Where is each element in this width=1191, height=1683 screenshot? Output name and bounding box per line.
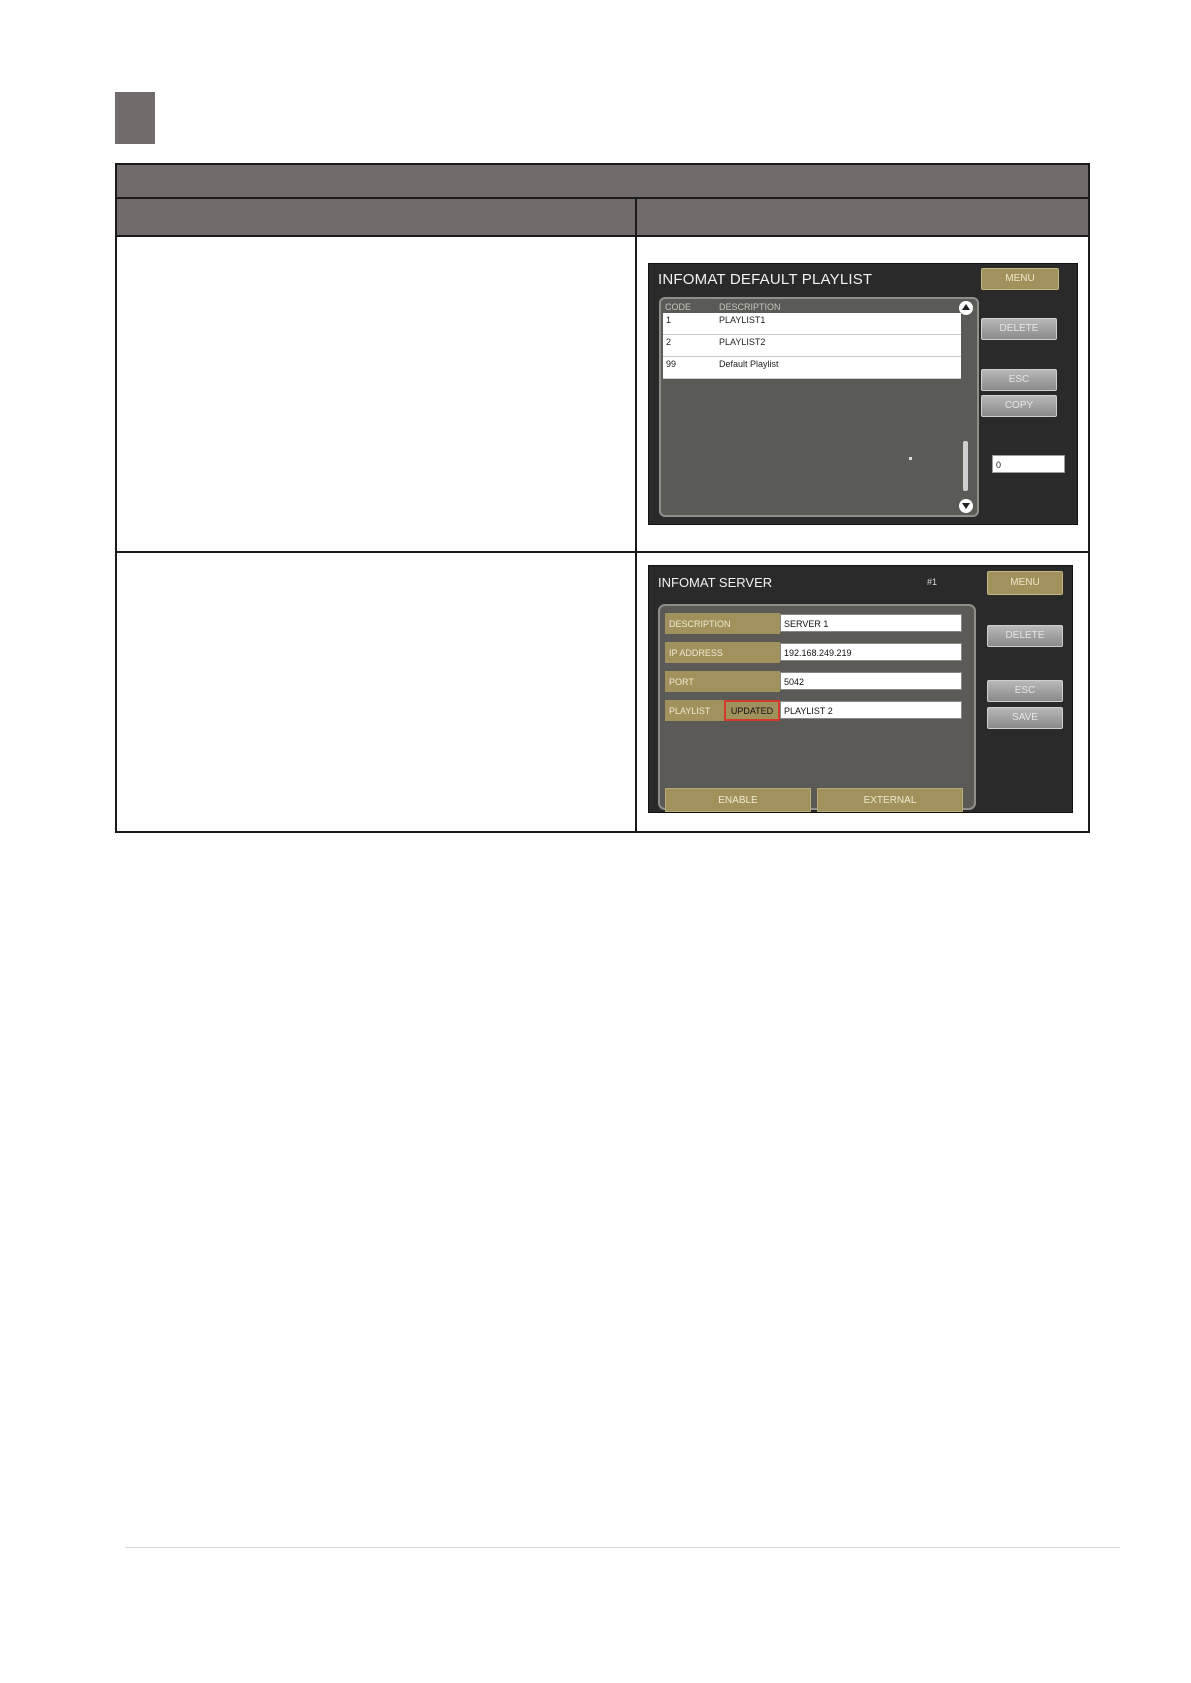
field-label: IP ADDRESS [665,642,780,663]
list-rows: 1 PLAYLIST1 2 PLAYLIST2 99 Default Playl… [663,313,961,379]
playlist-screen: INFOMAT DEFAULT PLAYLIST MENU DELETE ESC… [648,263,1078,525]
scroll-up-icon[interactable] [959,301,973,315]
list-item[interactable]: 99 Default Playlist [663,357,961,379]
save-button[interactable]: SAVE [987,707,1063,729]
record-number: #1 [927,577,938,587]
ip-address-field[interactable]: 192.168.249.219 [780,643,962,661]
document-table: INFOMAT DEFAULT PLAYLIST MENU DELETE ESC… [115,163,1090,833]
column-header-description: DESCRIPTION [719,302,781,312]
column-header-code: CODE [665,302,692,312]
table-row: INFOMAT SERVER #1 MENU DELETE ESC SAVE D… [117,551,1088,831]
esc-button[interactable]: ESC [987,680,1063,702]
item-code: 2 [666,337,672,347]
item-code: 99 [666,359,677,369]
field-label: PORT [665,671,780,692]
delete-button[interactable]: DELETE [987,625,1063,647]
delete-button[interactable]: DELETE [981,318,1057,340]
scrollbar-thumb[interactable] [963,441,968,491]
updated-status-badge: UPDATED [724,700,780,721]
item-description: PLAYLIST2 [719,337,766,347]
section-marker [115,92,155,144]
scroll-down-icon[interactable] [959,499,973,513]
scrollbar[interactable] [959,301,973,513]
playlist-list: CODE DESCRIPTION 1 PLAYLIST1 2 PLAYLIST2 [659,297,979,517]
field-row-port: PORT 5042 [665,671,968,692]
header-cell-left [117,199,637,235]
copy-button[interactable]: COPY [981,395,1057,417]
screenshot-cell: INFOMAT DEFAULT PLAYLIST MENU DELETE ESC… [637,237,1088,551]
header-cell-right [637,199,1088,235]
cursor-dot [909,457,912,460]
enable-button[interactable]: ENABLE [665,788,811,812]
item-code: 1 [666,315,672,325]
field-row-playlist: PLAYLIST UPDATED PLAYLIST 2 [665,700,968,721]
list-item[interactable]: 2 PLAYLIST2 [663,335,961,357]
external-button[interactable]: EXTERNAL [817,788,963,812]
field-label: DESCRIPTION [665,613,780,634]
footer-divider [125,1547,1120,1548]
menu-button[interactable]: MENU [981,268,1059,290]
field-row-ip-address: IP ADDRESS 192.168.249.219 [665,642,968,663]
playlist-field[interactable]: PLAYLIST 2 [780,701,962,719]
port-field[interactable]: 5042 [780,672,962,690]
item-description: PLAYLIST1 [719,315,766,325]
description-cell [117,553,637,831]
server-screen: INFOMAT SERVER #1 MENU DELETE ESC SAVE D… [648,565,1073,813]
description-cell [117,237,637,551]
field-row-description: DESCRIPTION SERVER 1 [665,613,968,634]
screen-title: INFOMAT DEFAULT PLAYLIST [658,271,873,288]
screenshot-cell: INFOMAT SERVER #1 MENU DELETE ESC SAVE D… [637,553,1088,831]
item-description: Default Playlist [719,359,779,369]
count-input[interactable]: 0 [992,455,1065,473]
menu-button[interactable]: MENU [987,571,1063,595]
server-form: DESCRIPTION SERVER 1 IP ADDRESS 192.168.… [658,604,976,812]
esc-button[interactable]: ESC [981,369,1057,391]
list-item[interactable]: 1 PLAYLIST1 [663,313,961,335]
table-row: INFOMAT DEFAULT PLAYLIST MENU DELETE ESC… [117,235,1088,551]
screen-title: INFOMAT SERVER [658,575,773,590]
table-header-row [117,197,1088,235]
description-field[interactable]: SERVER 1 [780,614,962,632]
table-title-bar [117,165,1088,197]
